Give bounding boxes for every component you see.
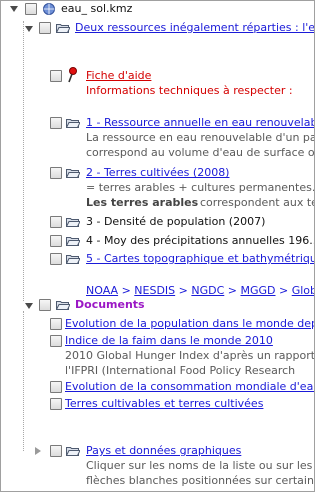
fiche-subtitle: Informations techniques à respecter : <box>86 84 293 97</box>
pays-desc: Cliquer sur les noms de la liste ou sur … <box>86 459 313 472</box>
collapse-arrow-icon[interactable] <box>25 26 33 32</box>
collapse-arrow-icon[interactable] <box>10 6 18 12</box>
document-link-faim[interactable]: Indice de la faim dans le monde 2010 <box>65 334 273 348</box>
layer-link-terres[interactable]: 2 - Terres cultivées (2008) <box>86 166 229 180</box>
open-folder-icon <box>66 119 80 128</box>
layer-link-cartes[interactable]: 5 - Cartes topographique et bathymétriqu… <box>86 252 314 266</box>
folder-link-ressources[interactable]: Deux ressources inégalement réparties : … <box>75 21 314 35</box>
layer-desc: correspond au volume d'eau de surface ou <box>86 146 315 159</box>
fiche-checkbox[interactable] <box>50 70 62 82</box>
document-checkbox[interactable] <box>50 335 62 347</box>
document-link-population[interactable]: Evolution de la population dans le monde… <box>65 317 314 331</box>
tree-guide-line <box>23 311 24 451</box>
documents-folder-label[interactable]: Documents <box>75 298 145 312</box>
layer-desc-bold: Les terres arables <box>86 196 199 209</box>
open-folder-icon <box>66 237 80 246</box>
layer-desc: correspondent aux terres <box>200 196 314 209</box>
breadcrumb-separator: > <box>279 284 289 297</box>
breadcrumb-separator: > <box>227 284 237 297</box>
folder-checkbox[interactable] <box>39 22 51 34</box>
layer-checkbox[interactable] <box>50 117 62 129</box>
breadcrumb-separator: > <box>121 284 131 297</box>
layer-label-densite[interactable]: 3 - Densité de population (2007) <box>86 215 265 229</box>
open-folder-icon <box>56 301 70 310</box>
pays-desc: flèches blanches positionnées sur certai… <box>86 474 315 487</box>
source-link[interactable]: MGGD <box>240 284 275 297</box>
document-desc: l'IFPRI (International Food Policy Resea… <box>65 364 296 377</box>
root-label[interactable]: eau_ sol.kmz <box>61 2 132 16</box>
expand-arrow-icon[interactable] <box>35 447 41 455</box>
document-checkbox[interactable] <box>50 381 62 393</box>
breadcrumb-separator: > <box>178 284 188 297</box>
layer-desc: La ressource en eau renouvelable d'un pa… <box>86 131 315 144</box>
document-desc: 2010 Global Hunger Index d'après un rapp… <box>65 349 315 362</box>
document-link-terres-cultivables[interactable]: Terres cultivables et terres cultivées <box>65 397 263 411</box>
source-link[interactable]: Globa <box>292 284 314 297</box>
pays-link[interactable]: Pays et données graphiques <box>86 444 241 458</box>
layer-checkbox[interactable] <box>50 167 62 179</box>
layer-link-ressource[interactable]: 1 - Ressource annuelle en eau renouvelab… <box>86 116 314 130</box>
layer-checkbox[interactable] <box>50 216 62 228</box>
source-breadcrumb: NOAA > NESDIS > NGDC > MGGD > Globa <box>86 284 314 298</box>
pushpin-red-icon <box>68 67 77 83</box>
pays-checkbox[interactable] <box>50 445 62 457</box>
open-folder-icon <box>66 447 80 456</box>
layer-checkbox[interactable] <box>50 253 62 265</box>
open-folder-icon <box>66 218 80 227</box>
source-link[interactable]: NGDC <box>191 284 224 297</box>
documents-checkbox[interactable] <box>39 299 51 311</box>
document-checkbox[interactable] <box>50 398 62 410</box>
layer-desc: = terres arables + cultures permanentes. <box>86 181 315 194</box>
layer-checkbox[interactable] <box>50 235 62 247</box>
source-link[interactable]: NOAA <box>86 284 118 297</box>
source-link[interactable]: NESDIS <box>134 284 175 297</box>
collapse-arrow-icon[interactable] <box>25 303 33 309</box>
tree-guide-line <box>23 21 24 301</box>
open-folder-icon <box>56 24 70 33</box>
root-checkbox[interactable] <box>25 3 37 15</box>
open-folder-icon <box>66 169 80 178</box>
places-tree-panel: eau_ sol.kmz Deux ressources inégalement… <box>0 0 315 492</box>
layer-label-precipitations[interactable]: 4 - Moy des précipitations annuelles 196… <box>86 234 314 248</box>
fiche-aide-link[interactable]: Fiche d'aide <box>86 69 151 83</box>
globe-kmz-icon <box>43 3 55 15</box>
open-folder-icon <box>66 255 80 264</box>
document-checkbox[interactable] <box>50 318 62 330</box>
document-link-consommation[interactable]: Evolution de la consommation mondiale d'… <box>65 380 314 394</box>
